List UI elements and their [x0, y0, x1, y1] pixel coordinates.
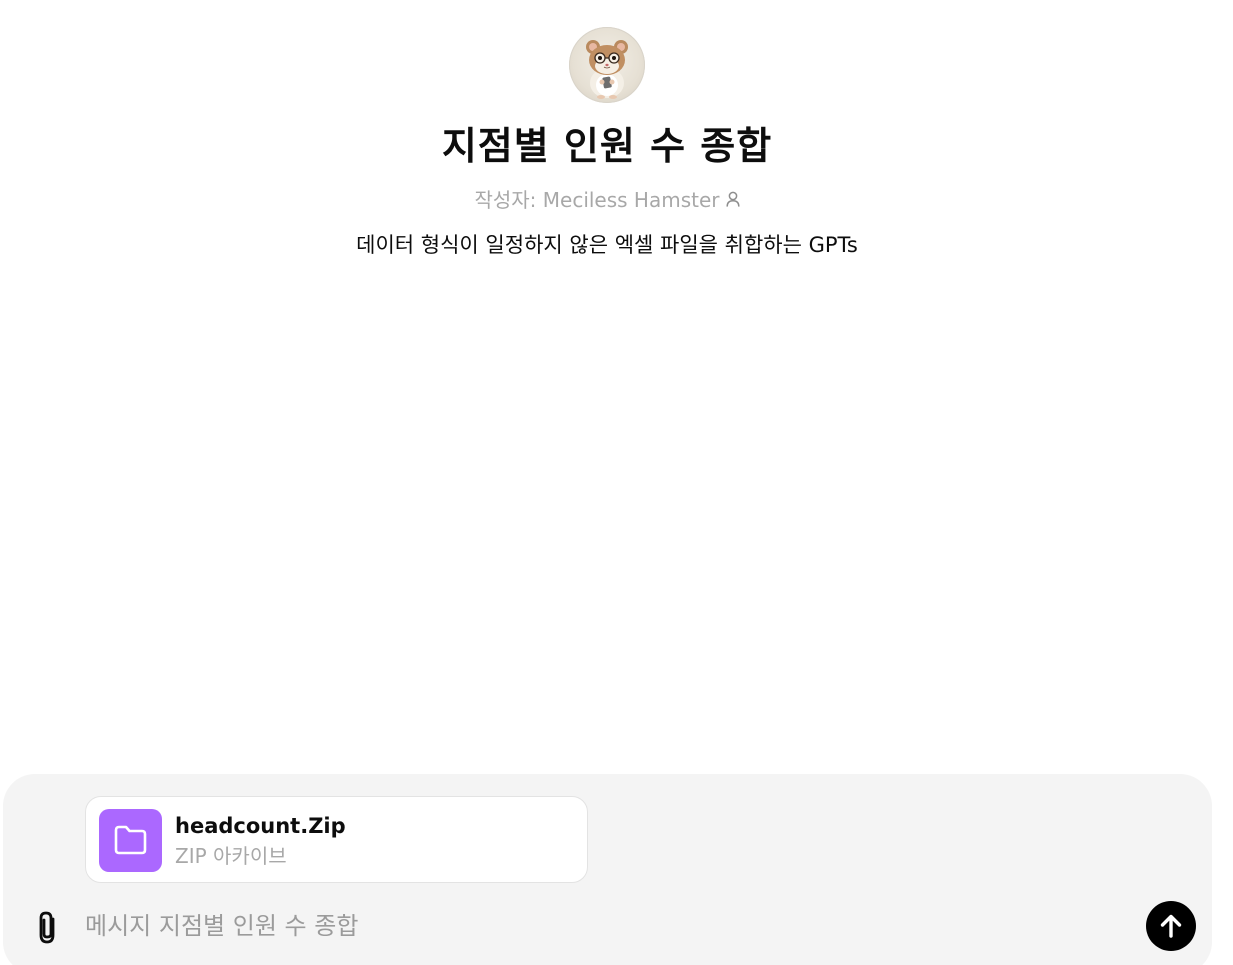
- paperclip-icon[interactable]: [31, 908, 65, 946]
- folder-icon: [99, 809, 162, 872]
- hamster-avatar-icon: [569, 27, 645, 103]
- attached-file-card[interactable]: headcount.Zip ZIP 아카이브: [85, 796, 588, 883]
- gpt-description: 데이터 형식이 일정하지 않은 엑셀 파일을 취합하는 GPTs: [356, 233, 858, 257]
- author-label: 작성자: Meciless Hamster: [474, 188, 720, 212]
- attachment-file-name: headcount.Zip: [175, 814, 346, 838]
- send-button[interactable]: [1146, 901, 1196, 951]
- person-icon: [725, 186, 740, 214]
- gpt-author: 작성자: Meciless Hamster: [0, 186, 1214, 214]
- page: 지점별 인원 수 종합 작성자: Meciless Hamster 데이터 형식…: [0, 0, 1233, 965]
- attachment-file-type: ZIP 아카이브: [175, 844, 287, 868]
- arrow-up-icon: [1160, 914, 1182, 938]
- message-composer: headcount.Zip ZIP 아카이브: [3, 774, 1212, 965]
- gpt-title: 지점별 인원 수 종합: [441, 124, 773, 168]
- message-input[interactable]: [85, 907, 1085, 945]
